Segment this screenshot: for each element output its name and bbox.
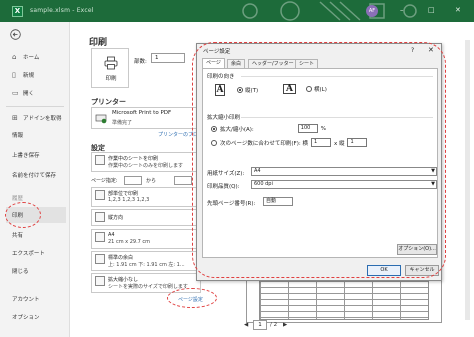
current-page-input[interactable]: 1 [253,320,267,330]
nav-save[interactable]: 上書き保存 [12,150,40,160]
nav-label: 開く [23,91,35,97]
setting-title: 縦方向 [108,215,124,221]
new-doc-icon: ▯ [12,71,16,79]
setting-title: 標準の余白 [108,255,134,261]
maximize-button[interactable]: □ [428,6,435,14]
nav-label: 閉じる [12,269,29,275]
page-range-to-label: から [146,178,157,184]
paper-size-select[interactable]: A4 21 cm x 29.7 cm [91,229,201,249]
pdf-printer-icon [95,114,107,124]
nav-label: 履歴 [12,196,24,202]
nav-close[interactable]: 閉じる [12,266,29,276]
window-title: sample.xlsm - Excel [30,7,94,14]
prev-page-button[interactable]: ◀ [244,322,248,328]
total-pages: / 2 [270,322,278,328]
back-arrow-icon[interactable] [10,29,21,40]
nav-label: アカウント [12,297,40,303]
printer-name: Microsoft Print to PDF [112,110,172,116]
portrait-page-icon [95,212,105,222]
nav-export[interactable]: エクスポート [12,248,45,258]
setting-desc: 上: 1.91 cm 下: 1.91 cm 左: 1... [108,262,185,268]
print-button-label: 印刷 [105,76,117,82]
excel-app-icon: X [12,6,23,17]
setting-title: 部単位で印刷 [108,191,139,197]
nav-info[interactable]: 情報 [12,130,23,140]
setting-desc: シートを実際のサイズで印刷します [108,284,188,290]
nav-share[interactable]: 共有 [12,230,23,240]
user-avatar[interactable]: AF [366,5,378,17]
margins-select[interactable]: 標準の余白 上: 1.91 cm 下: 1.91 cm 左: 1... [91,251,201,271]
orientation-select[interactable]: 縦方向 [91,209,201,226]
setting-desc: 21 cm x 29.7 cm [108,239,151,245]
nav-save-as[interactable]: 名前を付けて保存 [12,168,60,184]
sheet-icon [95,155,105,165]
nav-label: ホーム [23,55,40,61]
nav-label: オプション [12,315,40,321]
close-window-button[interactable]: ✕ [455,6,461,14]
folder-icon: ▭ [12,89,19,97]
setting-title: 拡大縮小なし [108,277,139,283]
preview-scrollbar[interactable] [465,40,470,320]
page-to-input[interactable] [174,176,192,185]
home-icon: ⌂ [12,53,17,61]
scaling-icon [95,276,105,286]
print-highlight-circle [5,202,41,228]
printer-icon [104,56,118,70]
nav-open[interactable]: ▭ 開く [12,88,34,98]
printer-select[interactable]: Microsoft Print to PDF 準備完了 [91,107,201,129]
nav-label: 名前を付けて保存 [12,173,57,179]
nav-label: 新規 [23,73,35,79]
nav-label: 共有 [12,233,24,239]
grid-icon: ⊞ [12,114,18,122]
nav-label: 情報 [12,133,24,139]
setting-desc: 作業中のシートのみを印刷します [108,163,184,169]
printer-heading: プリンター [91,98,126,106]
page-setup-highlight-circle [167,288,217,308]
printer-status: 準備完了 [112,120,133,126]
next-page-button[interactable]: ▶ [283,322,287,328]
backstage-nav: ⌂ ホーム ▯ 新規 ▭ 開く ⊞ アドインを取得 情報 上書き保存 名前を付け… [0,22,70,337]
page-from-input[interactable] [124,176,142,185]
title-bar: X sample.xlsm - Excel AF – □ ✕ [0,0,474,22]
nav-label: エクスポート [12,251,45,257]
setting-desc: 1,2,3 1,2,3 1,2,3 [108,197,150,203]
collate-icon [95,190,105,200]
dialog-highlight-outline [192,42,446,278]
setting-title: A4 [108,232,115,238]
nav-account[interactable]: アカウント [12,294,40,304]
nav-label: 上書き保存 [12,153,40,159]
preview-table [259,280,429,320]
nav-divider [6,106,64,107]
paper-icon [95,232,105,242]
nav-options[interactable]: オプション [12,312,40,322]
print-what-select[interactable]: 作業中のシートを印刷 作業中のシートのみを印刷します [91,152,201,172]
minimize-button[interactable]: – [400,6,404,14]
nav-get-addins[interactable]: ⊞ アドインを取得 [12,113,62,123]
copies-label: 部数: [134,59,147,65]
setting-title: 作業中のシートを印刷 [108,156,159,162]
print-heading: 印刷 [89,38,108,48]
collate-select[interactable]: 部単位で印刷 1,2,3 1,2,3 1,2,3 [91,187,201,207]
print-button[interactable]: 印刷 [91,48,129,88]
margins-icon [95,254,105,264]
nav-label: アドインを取得 [23,116,62,122]
nav-home[interactable]: ⌂ ホーム [12,52,39,62]
page-range-label: ページ指定: [91,178,118,184]
copies-input[interactable]: 1 [151,53,185,63]
nav-new[interactable]: ▯ 新規 [12,70,34,80]
